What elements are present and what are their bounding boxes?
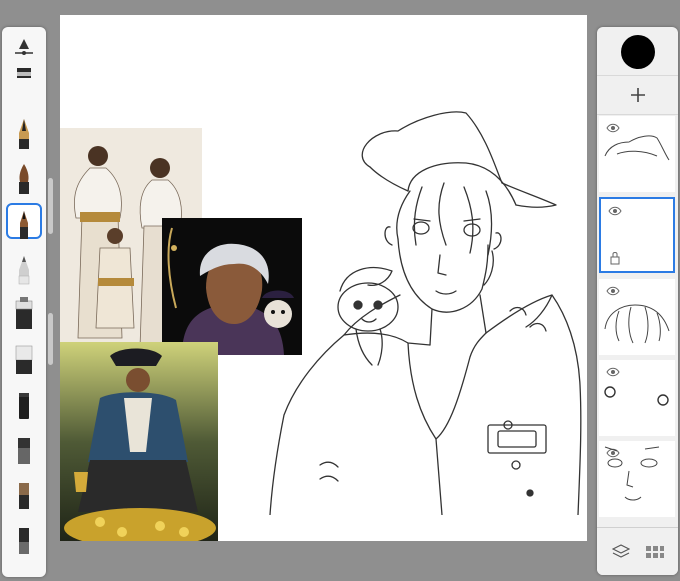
pirate-sketch [269,111,582,515]
layer-thumbnail-active[interactable] [599,197,675,273]
brush-flat[interactable] [2,425,46,470]
pencil-brush-icon [18,255,30,284]
ballpoint-pen-brush-icon [20,210,28,239]
plus-icon [630,88,645,102]
triangle-slider-icon [15,39,33,55]
layer-thumbnail-eyes[interactable] [599,360,675,436]
reference-image-pirate-treasure[interactable] [60,342,218,541]
chalk-brush-icon [19,392,29,419]
brush-palette [2,27,46,577]
brush-list [2,65,46,560]
paintbrush-brush-icon [19,163,29,194]
drawing-canvas[interactable] [60,15,587,541]
eraser-brush-icon [15,345,33,374]
brush-pencil[interactable] [2,245,46,290]
brush-size-handle[interactable] [2,27,46,65]
layer-thumbnail-face[interactable] [599,441,675,517]
brush-chalk[interactable] [2,380,46,425]
layer-thumbnail-hat[interactable] [599,116,675,192]
brush-airbrush[interactable] [2,290,46,335]
sponge-brush-icon [19,482,29,509]
grid-icon[interactable] [645,545,665,559]
wide-brush-icon [19,527,29,554]
brush-list-scrollbar[interactable] [48,178,53,234]
layers-panel [597,27,678,575]
layers-icon[interactable] [612,544,630,560]
flat-brush-icon [18,437,30,464]
add-layer-button[interactable] [597,75,678,115]
brush-ballpoint[interactable] [2,200,46,245]
lock-icon[interactable] [609,251,621,265]
current-color-swatch[interactable] [621,35,655,69]
marker-brush-icon [17,67,31,78]
brush-eraser[interactable] [2,335,46,380]
layer-thumbnail-hair[interactable] [599,279,675,355]
brush-opacity-slider[interactable] [48,313,53,365]
ink-pen-brush-icon [19,118,29,149]
brush-ink-pen[interactable] [2,110,46,155]
brush-sponge[interactable] [2,470,46,515]
brush-paintbrush[interactable] [2,155,46,200]
eye-icon[interactable] [608,206,622,216]
brush-marker[interactable] [2,65,46,110]
layers-footer [597,527,678,575]
brush-wide[interactable] [2,515,46,560]
airbrush-brush-icon [15,296,33,329]
